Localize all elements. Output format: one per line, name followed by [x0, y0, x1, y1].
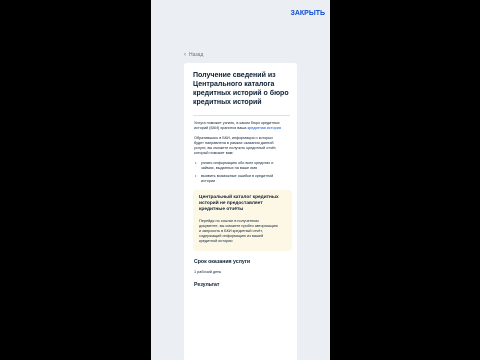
back-link[interactable]: ‹ Назад — [184, 52, 203, 58]
notice-title: Центральный каталог кредитных историй не… — [199, 195, 279, 212]
list-item: узнать информацию обо всех кредитах и за… — [194, 161, 279, 171]
notice-text: Перейдя по ссылке в полученном документе… — [199, 219, 278, 243]
notice-box: Центральный каталог кредитных историй не… — [193, 190, 292, 251]
benefit-list: узнать информацию обо всех кредитах и за… — [194, 161, 290, 184]
top-bar: ЗАКРЫТЬ — [151, 0, 330, 42]
page-title: Получение сведений из Центрального катал… — [193, 72, 289, 106]
list-item: выявить возможные ошибки в кредитной ист… — [194, 174, 279, 184]
service-card: Получение сведений из Центрального катал… — [184, 63, 297, 360]
result-heading: Результат — [194, 282, 220, 288]
close-button[interactable]: ЗАКРЫТЬ — [290, 10, 325, 17]
term-heading: Срок оказания услуги — [194, 259, 251, 265]
chevron-left-icon: ‹ — [184, 52, 186, 58]
credit-history-link[interactable]: кредитная история — [248, 126, 281, 130]
back-label: Назад — [189, 52, 204, 58]
intro-paragraph: Услуга поможет узнать, в каком бюро кред… — [194, 121, 282, 131]
details-paragraph: Обратившись в БКИ, информация о которых … — [194, 136, 277, 155]
phone-screen: ЗАКРЫТЬ ‹ Назад Получение сведений из Цен… — [151, 0, 330, 360]
divider — [193, 115, 290, 116]
term-value: 1 рабочий день — [194, 270, 222, 274]
